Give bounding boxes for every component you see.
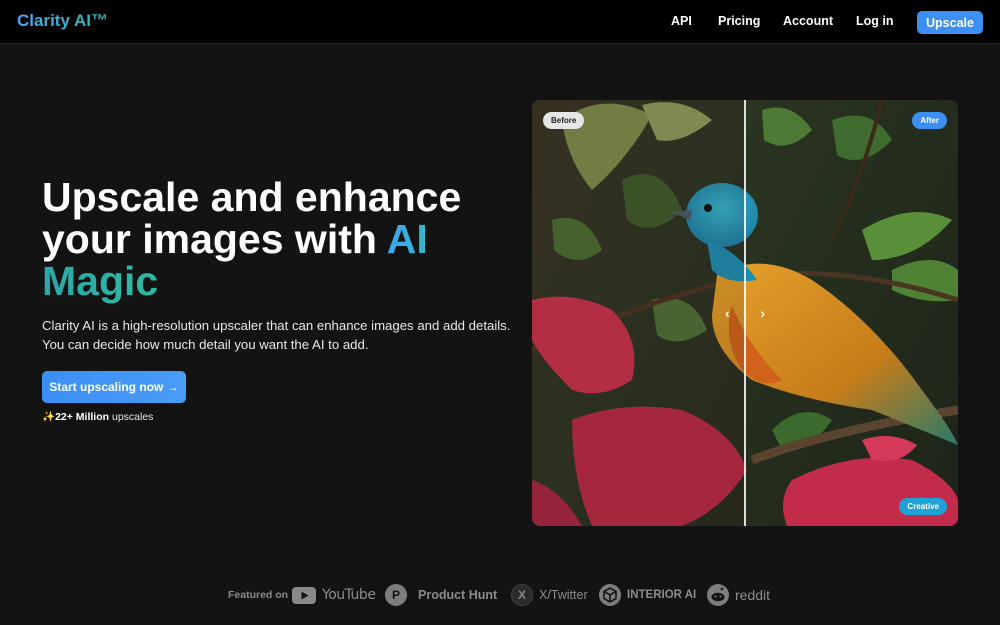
hero-description: Clarity AI is a high-resolution upscaler… <box>42 318 511 352</box>
after-badge: After <box>912 112 947 129</box>
hero-title-magic: Magic <box>42 258 159 304</box>
upscale-count-label: upscales <box>109 411 154 423</box>
nav-login-link[interactable]: Log in <box>856 14 894 28</box>
nav-api-link[interactable]: API <box>671 14 692 28</box>
upscale-count: ✨22+ Million upscales <box>42 410 153 423</box>
youtube-icon <box>292 586 316 604</box>
hero-title-line2: your images with <box>42 216 387 262</box>
logo[interactable]: Clarity AI™ <box>17 11 108 31</box>
interior-ai-label: INTERIOR AI <box>627 589 697 601</box>
upscale-count-number: 22+ Million <box>55 411 110 423</box>
reddit-label: reddit <box>735 587 771 603</box>
sparkles-icon: ✨ <box>42 411 56 423</box>
chevron-right-icon: › <box>760 305 765 321</box>
upscale-button[interactable]: Upscale <box>917 11 983 34</box>
hero-title-line1: Upscale and enhance <box>42 174 462 220</box>
slider-handle[interactable]: ‹ › <box>725 303 765 323</box>
x-twitter-icon: X <box>511 584 533 606</box>
featured-reddit[interactable]: reddit <box>707 583 770 607</box>
before-after-comparison[interactable]: ‹ › Before After Creative <box>532 100 958 526</box>
chevron-left-icon: ‹ <box>725 305 730 321</box>
creative-badge: Creative <box>899 498 947 515</box>
interior-ai-icon <box>599 584 621 606</box>
product-hunt-label: Product Hunt <box>418 588 498 602</box>
reddit-icon <box>707 584 729 606</box>
x-twitter-label: X/Twitter <box>539 588 588 602</box>
featured-interior-ai[interactable]: INTERIOR AI <box>599 583 696 607</box>
before-badge: Before <box>543 112 585 129</box>
hero-title: Upscale and enhance your images with AI … <box>42 176 512 302</box>
hero-title-ai: AI <box>386 216 428 262</box>
youtube-label: YouTube <box>322 587 376 603</box>
featured-youtube[interactable]: YouTube <box>292 583 376 607</box>
nav-account-link[interactable]: Account <box>783 14 833 28</box>
featured-product-hunt[interactable]: P Product Hunt <box>385 583 497 607</box>
product-hunt-icon: P <box>385 584 407 606</box>
start-upscaling-button[interactable]: Start upscaling now → <box>42 371 186 403</box>
featured-on-bar: Featured on YouTube P Product Hunt X X/T… <box>0 580 1000 610</box>
top-nav: Clarity AI™ API Pricing Account Log in U… <box>0 0 1000 44</box>
featured-x-twitter[interactable]: X X/Twitter <box>511 583 588 607</box>
nav-pricing-link[interactable]: Pricing <box>718 14 760 28</box>
featured-label: Featured on <box>228 589 289 601</box>
